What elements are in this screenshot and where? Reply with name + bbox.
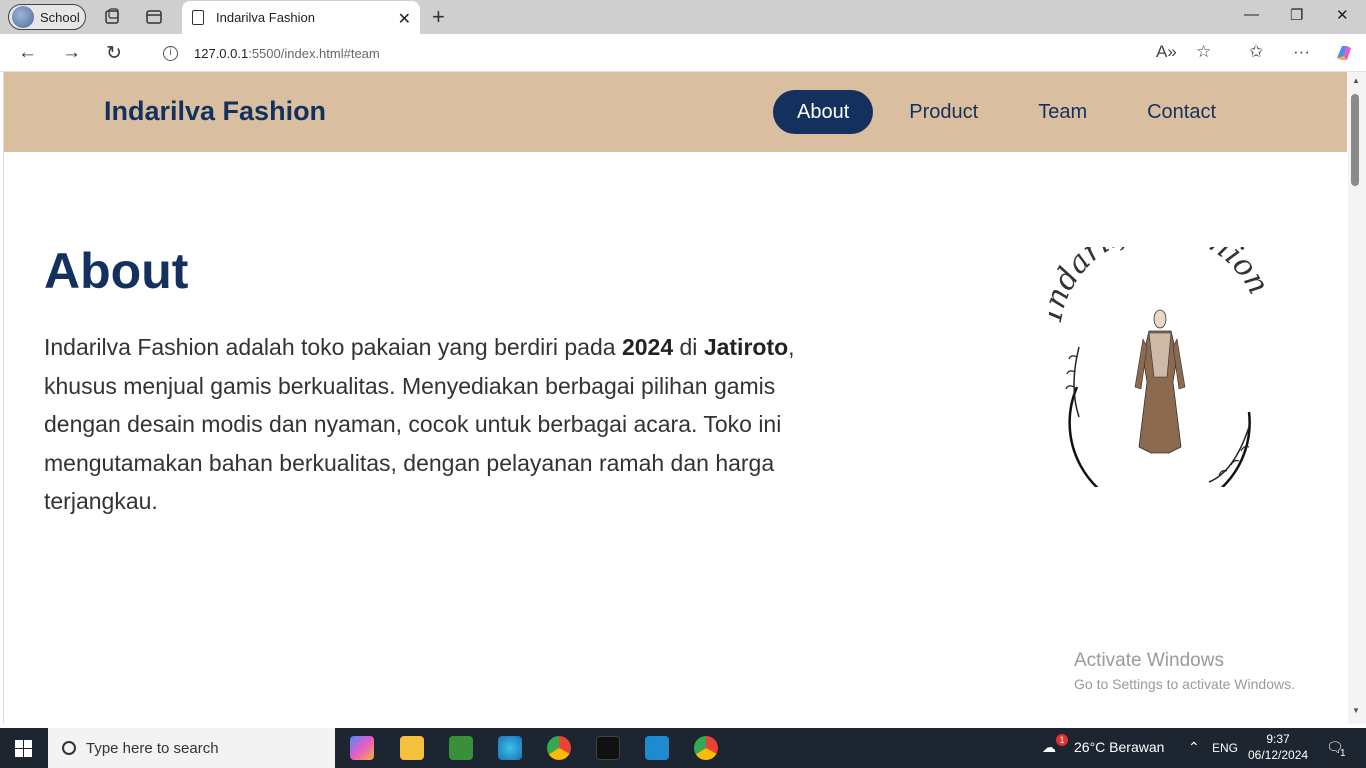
scrollbar-thumb[interactable] bbox=[1351, 94, 1359, 186]
more-icon[interactable]: ··· bbox=[1293, 42, 1310, 62]
read-aloud-icon[interactable]: A» bbox=[1156, 42, 1177, 62]
clock-time: 9:37 bbox=[1266, 732, 1290, 746]
tab-title: Indarilva Fashion bbox=[216, 10, 315, 25]
new-tab-icon[interactable]: + bbox=[432, 4, 445, 30]
watermark-subtitle: Go to Settings to activate Windows. bbox=[1074, 676, 1295, 692]
nav-product[interactable]: Product bbox=[885, 90, 1002, 134]
search-icon bbox=[62, 741, 76, 755]
minimize-icon[interactable]: — bbox=[1244, 6, 1259, 23]
edge-app-icon[interactable] bbox=[498, 736, 522, 760]
refresh-icon[interactable]: ↻ bbox=[106, 42, 122, 65]
address-bar[interactable]: i 127.0.0.1:5500/index.html#team bbox=[145, 38, 1227, 68]
nav-team[interactable]: Team bbox=[1014, 90, 1111, 134]
close-tab-icon[interactable]: ✕ bbox=[398, 9, 411, 29]
activation-watermark: Activate Windows Go to Settings to activ… bbox=[1074, 650, 1295, 692]
photos-app-icon[interactable] bbox=[449, 736, 473, 760]
brand-logo: Indarilfa Fashion bbox=[1049, 247, 1269, 487]
nav-contact[interactable]: Contact bbox=[1123, 90, 1240, 134]
file-explorer-icon[interactable] bbox=[400, 736, 424, 760]
site-brand[interactable]: Indarilva Fashion bbox=[104, 96, 326, 127]
clock-date: 06/12/2024 bbox=[1248, 748, 1309, 762]
start-button[interactable] bbox=[15, 740, 32, 757]
chrome-profile-app-icon[interactable] bbox=[694, 736, 718, 760]
taskbar-search[interactable]: Type here to search bbox=[48, 728, 335, 768]
vscode-app-icon[interactable] bbox=[645, 736, 669, 760]
about-year: 2024 bbox=[621, 334, 674, 360]
weather-badge: 1 bbox=[1056, 734, 1068, 746]
url-path: :5500/index.html#team bbox=[248, 45, 380, 61]
forward-icon[interactable]: → bbox=[62, 42, 81, 64]
chevron-up-icon[interactable]: ⌃ bbox=[1188, 739, 1200, 756]
page-viewport: Indarilva Fashion About Product Team Con… bbox=[3, 72, 1347, 724]
workspaces-icon[interactable] bbox=[103, 8, 121, 26]
watermark-title: Activate Windows bbox=[1074, 650, 1224, 671]
copilot-icon[interactable] bbox=[1333, 42, 1355, 64]
taskbar-clock[interactable]: 9:37 06/12/2024 bbox=[1248, 731, 1308, 763]
browser-tabbar: School Indarilva Fashion ✕ + — ❐ ✕ bbox=[0, 0, 1366, 34]
profile-avatar bbox=[12, 6, 34, 28]
about-heading: About bbox=[44, 243, 189, 299]
copilot-app-icon[interactable] bbox=[350, 736, 374, 760]
page-icon bbox=[192, 10, 204, 25]
favorites-icon[interactable]: ✩ bbox=[1249, 42, 1263, 62]
about-text-part: Indarilva Fashion adalah toko pakaian ya… bbox=[44, 334, 622, 360]
back-icon[interactable]: ← bbox=[18, 42, 37, 64]
about-text-part: di bbox=[673, 334, 704, 360]
scroll-down-icon[interactable]: ▼ bbox=[1352, 706, 1360, 715]
weather-text[interactable]: 26°C Berawan bbox=[1074, 739, 1164, 755]
chrome-app-icon[interactable] bbox=[547, 736, 571, 760]
browser-tab-active[interactable]: Indarilva Fashion ✕ bbox=[182, 1, 420, 34]
scroll-up-icon[interactable]: ▲ bbox=[1352, 76, 1360, 85]
close-window-icon[interactable]: ✕ bbox=[1336, 6, 1349, 24]
tab-actions-icon[interactable] bbox=[145, 8, 163, 26]
nav-about[interactable]: About bbox=[773, 90, 874, 134]
site-info-icon[interactable]: i bbox=[163, 45, 178, 61]
search-placeholder: Type here to search bbox=[86, 739, 219, 757]
about-paragraph: Indarilva Fashion adalah toko pakaian ya… bbox=[44, 328, 844, 521]
notification-count: 1 bbox=[1340, 748, 1346, 759]
about-text-part: , khusus menjual gamis berkualitas. Meny… bbox=[44, 334, 795, 514]
site-nav: About Product Team Contact bbox=[773, 90, 1252, 134]
profile-label: School bbox=[40, 9, 80, 25]
language-indicator[interactable]: ENG bbox=[1212, 741, 1238, 755]
favorite-star-icon[interactable]: ☆ bbox=[1196, 42, 1211, 62]
tiktok-app-icon[interactable] bbox=[596, 736, 620, 760]
site-header: Indarilva Fashion About Product Team Con… bbox=[4, 72, 1347, 152]
restore-icon[interactable]: ❐ bbox=[1290, 6, 1303, 24]
browser-toolbar: ← → ↻ i 127.0.0.1:5500/index.html#team A… bbox=[0, 34, 1366, 72]
url-host: 127.0.0.1 bbox=[194, 45, 249, 61]
page-scrollbar[interactable]: ▲ ▼ bbox=[1348, 72, 1366, 724]
windows-taskbar: Type here to search ☁ 1 26°C Berawan ⌃ E… bbox=[0, 728, 1366, 768]
profile-button[interactable]: School bbox=[8, 4, 86, 30]
about-place: Jatiroto bbox=[703, 334, 789, 360]
weather-icon[interactable]: ☁ bbox=[1042, 739, 1056, 756]
